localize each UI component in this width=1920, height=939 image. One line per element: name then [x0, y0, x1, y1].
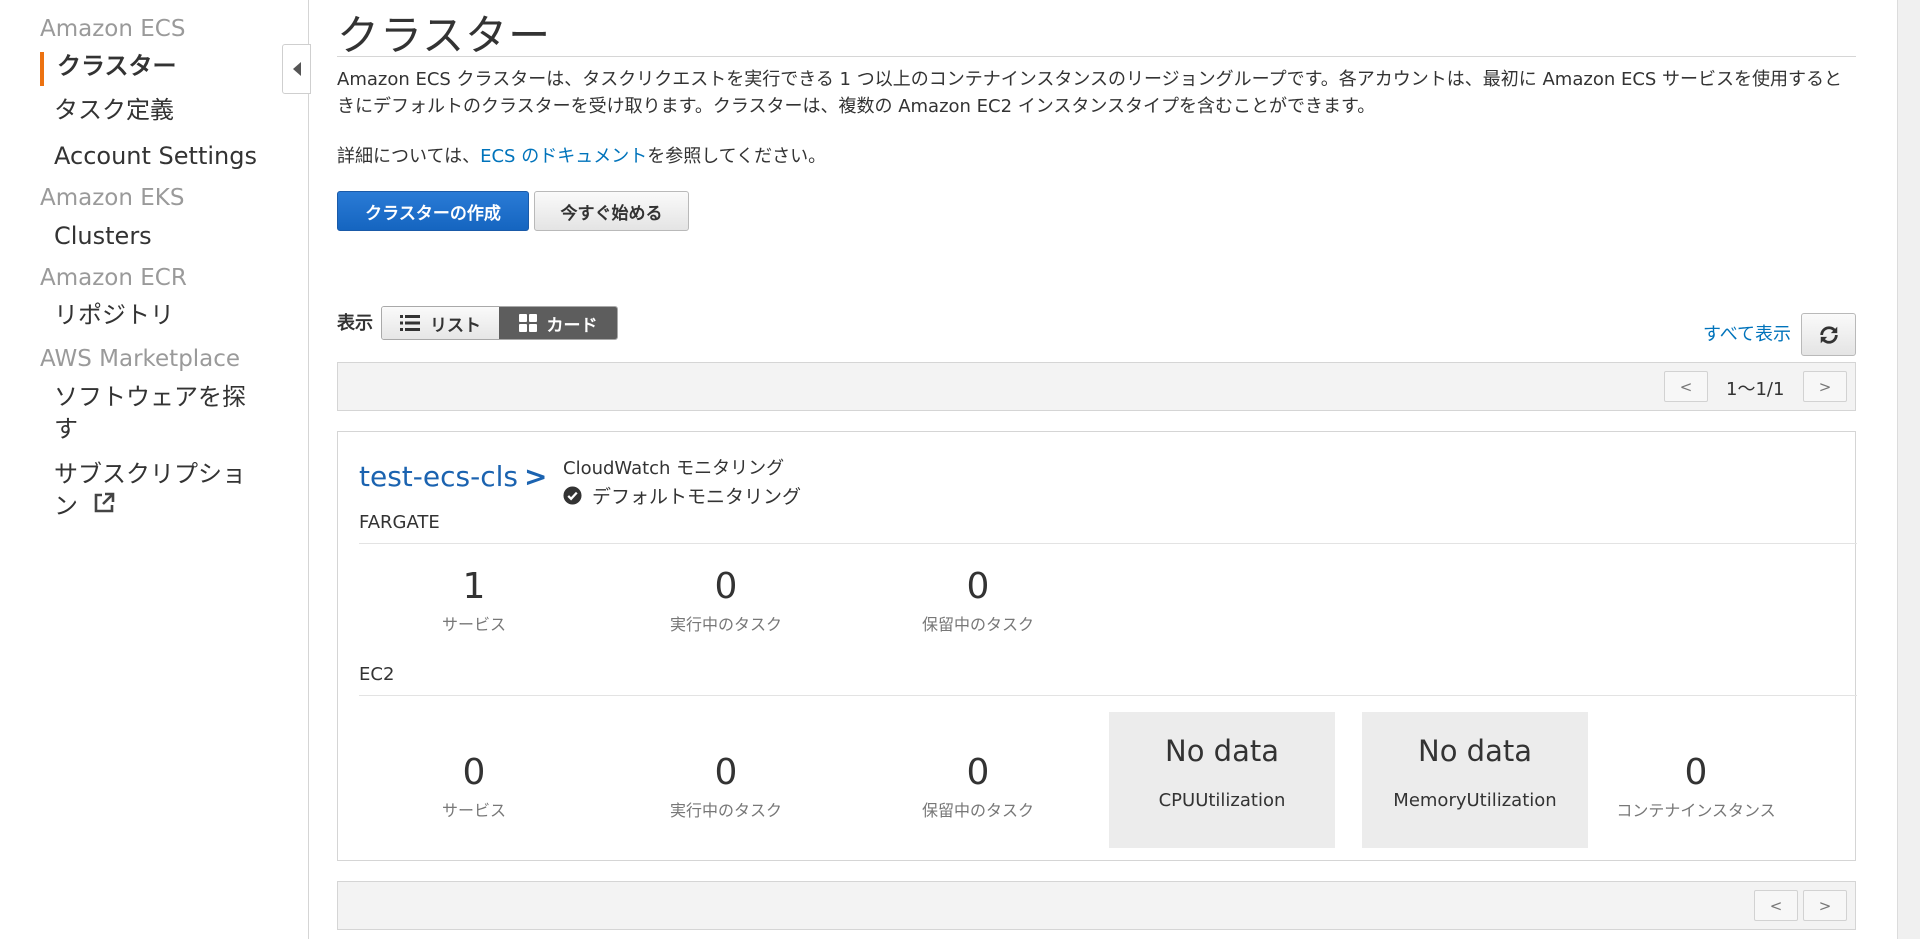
sidebar: Amazon ECS クラスター タスク定義 Account Settings … [0, 0, 309, 939]
pagination-prev-button[interactable]: < [1664, 371, 1708, 402]
sidebar-item-subscriptions[interactable]: サブスクリプショ ン [54, 458, 246, 523]
detail-suffix: を参照してください。 [647, 146, 827, 167]
active-indicator [40, 52, 44, 86]
view-card-button[interactable]: カード [499, 307, 617, 339]
sidebar-group-eks: Amazon EKS [40, 185, 185, 211]
view-list-label: リスト [430, 315, 481, 336]
check-circle-icon [563, 486, 582, 505]
page-description: Amazon ECS クラスターは、タスクリクエストを実行できる 1 つ以上のコ… [337, 69, 1843, 117]
caret-left-icon [292, 62, 301, 76]
metric-value: 0 [966, 566, 990, 607]
metric-value: 0 [714, 566, 738, 607]
cloudwatch-status-text: デフォルトモニタリング [592, 486, 802, 508]
ec2-pending-tasks-metric: 0 保留中のタスク [868, 753, 1088, 821]
metric-label: コンテナインスタンス [1616, 801, 1776, 820]
discover-software-line1: ソフトウェアを探 [54, 383, 246, 411]
view-card-label: カード [546, 315, 598, 336]
ec2-running-tasks-metric: 0 実行中のタスク [616, 753, 836, 821]
sidebar-item-clusters[interactable]: クラスター [57, 50, 177, 82]
sidebar-item-account-settings[interactable]: Account Settings [54, 140, 257, 172]
metric-value: 1 [462, 566, 486, 607]
metric-value: 0 [966, 752, 990, 793]
list-icon [400, 315, 420, 331]
refresh-icon [1819, 325, 1838, 344]
memory-utilization-tile[interactable]: No data MemoryUtilization [1362, 712, 1588, 848]
fargate-pending-tasks-metric: 0 保留中のタスク [868, 567, 1088, 635]
detail-text: 詳細については、ECS のドキュメントを参照してください。 [337, 142, 826, 168]
page-title: クラスター [337, 11, 552, 60]
metric-label: 実行中のタスク [669, 801, 782, 820]
cloudwatch-status: デフォルトモニタリング [563, 482, 801, 509]
pagination-range: 1〜1/1 [1726, 379, 1785, 400]
fargate-divider [359, 543, 1857, 544]
metric-value: 0 [714, 752, 738, 793]
refresh-button[interactable] [1801, 313, 1856, 356]
fargate-running-tasks-metric: 0 実行中のタスク [616, 567, 836, 635]
ec2-container-instances-metric: 0 コンテナインスタンス [1586, 753, 1806, 821]
subscriptions-line2: ン [54, 492, 78, 520]
discover-software-line2: す [54, 415, 78, 443]
ec2-services-metric: 0 サービス [364, 753, 584, 821]
cloudwatch-title: CloudWatch モニタリング [563, 458, 785, 479]
ec2-label: EC2 [359, 664, 395, 685]
view-label: 表示 [337, 313, 373, 334]
subscriptions-line1: サブスクリプショ [54, 460, 246, 488]
cluster-card: test-ecs-cls > CloudWatch モニタリング デフォルトモニタ… [337, 431, 1857, 861]
fargate-label: FARGATE [359, 512, 440, 533]
create-cluster-button[interactable]: クラスターの作成 [337, 191, 529, 231]
cpu-utilization-tile[interactable]: No data CPUUtilization [1109, 712, 1335, 848]
cpu-utilization-label: CPUUtilization [1158, 790, 1286, 811]
cluster-arrow: > [523, 460, 548, 493]
cluster-name: test-ecs-cls [359, 460, 518, 493]
external-link-icon [92, 491, 116, 523]
memory-utilization-label: MemoryUtilization [1393, 790, 1557, 811]
pagination-bottom: < > [337, 881, 1856, 930]
collapse-sidebar-button[interactable] [282, 44, 311, 94]
get-started-button[interactable]: 今すぐ始める [534, 191, 689, 231]
cpu-utilization-value: No data [1165, 734, 1279, 768]
metric-value: 0 [1684, 752, 1708, 793]
sidebar-group-ecr: Amazon ECR [40, 265, 187, 291]
sidebar-group-ecs: Amazon ECS [40, 16, 186, 42]
sidebar-item-repositories[interactable]: リポジトリ [54, 299, 174, 331]
pagination-bottom-next-button[interactable]: > [1803, 890, 1847, 921]
fargate-services-metric: 1 サービス [364, 567, 584, 635]
sidebar-item-eks-clusters[interactable]: Clusters [54, 220, 152, 252]
detail-prefix: 詳細については、 [337, 146, 481, 167]
metric-label: 実行中のタスク [669, 615, 782, 634]
sidebar-item-task-definitions[interactable]: タスク定義 [54, 94, 174, 126]
memory-utilization-value: No data [1418, 734, 1532, 768]
metric-label: サービス [441, 615, 506, 634]
pagination-bottom-prev-button[interactable]: < [1754, 890, 1798, 921]
view-toggle: リスト カード [381, 306, 618, 340]
ec2-divider [359, 695, 1857, 696]
sidebar-item-discover-software[interactable]: ソフトウェアを探 す [54, 381, 246, 445]
pagination-top: < 1〜1/1 > [337, 362, 1856, 411]
cluster-name-link[interactable]: test-ecs-cls > [359, 460, 547, 493]
metric-label: 保留中のタスク [921, 615, 1034, 634]
title-divider [337, 56, 1856, 57]
page-scrollbar[interactable] [1897, 0, 1920, 939]
sidebar-group-marketplace: AWS Marketplace [40, 346, 241, 372]
metric-label: 保留中のタスク [921, 801, 1034, 820]
metric-value: 0 [462, 752, 486, 793]
ecs-docs-link[interactable]: ECS のドキュメント [480, 146, 647, 167]
grid-icon [518, 314, 537, 332]
metric-label: サービス [441, 801, 506, 820]
pagination-next-button[interactable]: > [1803, 371, 1847, 402]
view-list-button[interactable]: リスト [382, 307, 499, 339]
show-all-link[interactable]: すべて表示 [1703, 320, 1791, 346]
